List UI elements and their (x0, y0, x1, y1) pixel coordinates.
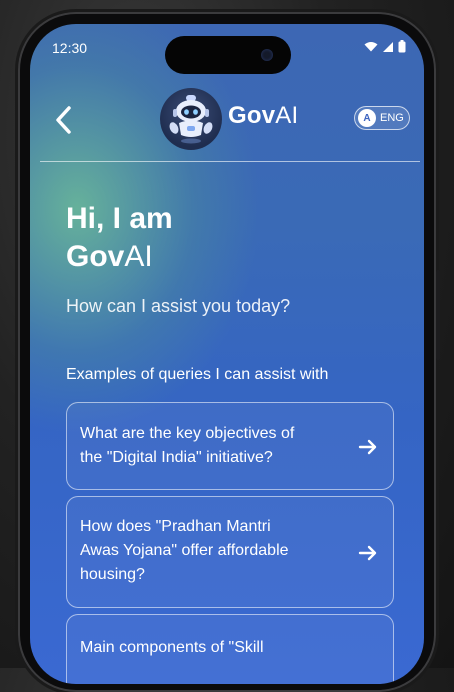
example-query-text: What are the key objectives of the "Digi… (80, 422, 345, 470)
chevron-left-icon (56, 106, 71, 134)
example-query-line: housing? (80, 566, 145, 583)
signal-icon (383, 41, 393, 52)
status-time: 12:30 (52, 40, 88, 56)
system-icons (364, 40, 406, 53)
avatar (160, 88, 222, 150)
arrow-right-icon (358, 439, 377, 455)
greeting-brand-light: AI (124, 240, 153, 273)
language-toggle[interactable]: A ENG (354, 106, 410, 130)
example-query-card[interactable]: How does "Pradhan Mantri Awas Yojana" of… (66, 496, 394, 608)
translate-icon: A (358, 109, 376, 127)
greeting-line-1: Hi, I am (66, 202, 173, 235)
greeting-brand-bold: Gov (66, 240, 125, 273)
dynamic-island (165, 36, 291, 74)
robot-icon (169, 95, 213, 144)
example-query-text: Main components of "Skill (80, 636, 345, 660)
header-divider (40, 161, 420, 162)
example-query-line: How does "Pradhan Mantri (80, 518, 271, 535)
app-screen: 12:30 GovAI A ENG Hi, I am GovAI How can… (30, 24, 424, 684)
example-query-card[interactable]: Main components of "Skill (66, 614, 394, 684)
greeting-line-2: GovAI (66, 238, 173, 276)
app-header: GovAI A ENG (30, 84, 424, 158)
example-query-line: Awas Yojana" offer affordable (80, 542, 289, 559)
wifi-icon (364, 42, 378, 52)
brand-title: GovAI (228, 102, 298, 130)
example-query-card[interactable]: What are the key objectives of the "Digi… (66, 402, 394, 490)
brand-title-bold: Gov (228, 102, 276, 129)
back-button[interactable] (50, 102, 80, 138)
phone-side-button (436, 270, 440, 360)
language-label: ENG (380, 112, 404, 124)
example-query-line: the "Digital India" initiative? (80, 449, 273, 466)
status-bar: 12:30 (30, 24, 424, 74)
example-query-line: Main components of "Skill (80, 639, 264, 656)
example-query-text: How does "Pradhan Mantri Awas Yojana" of… (80, 515, 345, 587)
greeting-heading: Hi, I am GovAI (66, 200, 173, 276)
arrow-right-icon (358, 545, 377, 561)
greeting-subtitle: How can I assist you today? (66, 296, 291, 316)
examples-heading: Examples of queries I can assist with (66, 366, 329, 383)
brand-title-light: AI (275, 102, 299, 129)
example-query-line: What are the key objectives of (80, 425, 295, 442)
battery-icon (398, 40, 406, 53)
camera-icon (261, 49, 273, 61)
